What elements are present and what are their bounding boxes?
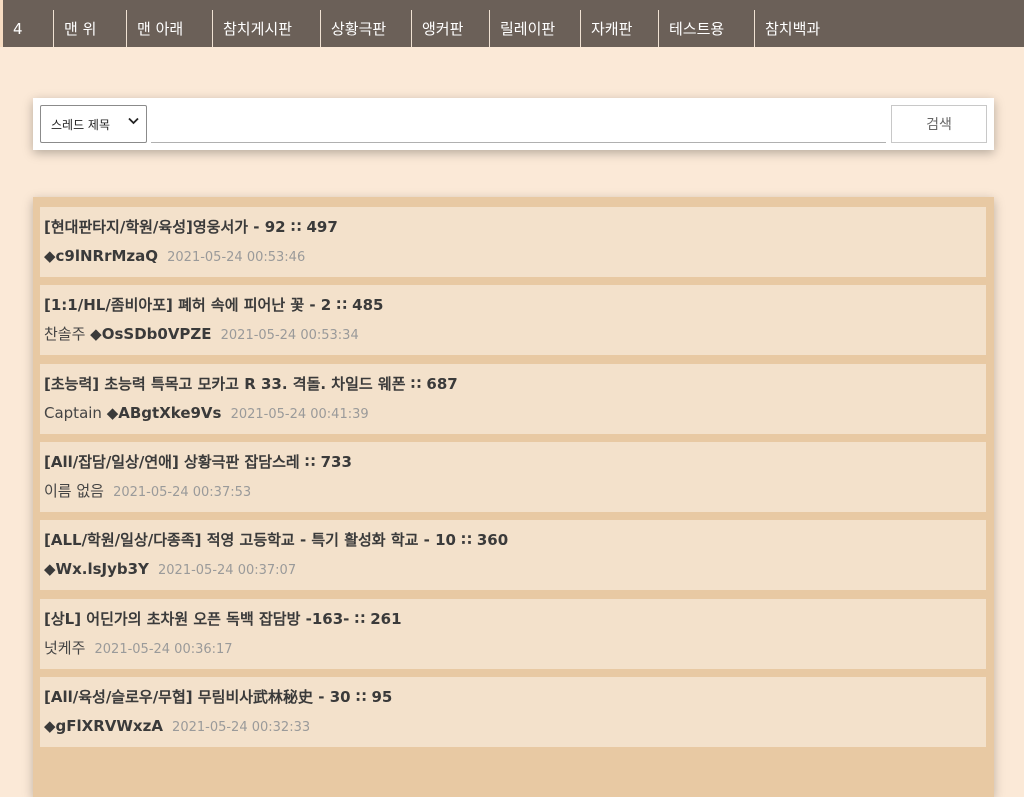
author-name: 찬솔주 — [44, 325, 91, 343]
thread-title[interactable]: [1:1/HL/좀비아포] 폐허 속에 피어난 꽃 - 2 ∷ 485 — [44, 293, 986, 317]
nav-item-self-char-board[interactable]: 자캐판 — [581, 10, 659, 47]
thread-item[interactable]: [1:1/HL/좀비아포] 폐허 속에 피어난 꽃 - 2 ∷ 485 찬솔주 … — [40, 285, 986, 355]
author-trip: ◆gFlXRVWxzA — [44, 717, 163, 735]
nav-item-tuna-board[interactable]: 참치게시판 — [213, 10, 321, 47]
thread-title[interactable]: [All/잡담/일상/연애] 상황극판 잡담스레 ∷ 733 — [44, 450, 986, 474]
thread-date: 2021-05-24 00:36:17 — [94, 642, 233, 657]
thread-meta: 넛케주 2021-05-24 00:36:17 — [44, 638, 986, 658]
author-name: 넛케주 — [44, 639, 86, 657]
nav-item-anchor-board[interactable]: 앵커판 — [412, 10, 490, 47]
thread-title[interactable]: [현대판타지/학원/육성]영웅서가 - 92 ∷ 497 — [44, 215, 986, 239]
thread-date: 2021-05-24 00:53:46 — [167, 250, 306, 265]
thread-date: 2021-05-24 00:53:34 — [220, 328, 359, 343]
author-trip: ◆OsSDb0VPZE — [90, 325, 212, 343]
nav-item-thread-count[interactable]: 4 — [3, 10, 54, 47]
thread-item[interactable]: [All/육성/슬로우/무협] 무림비사武林秘史 - 30 ∷ 95 ◆gFlX… — [40, 677, 986, 747]
author-trip: ◆Wx.lsJyb3Y — [44, 560, 149, 578]
nav-item-relay-board[interactable]: 릴레이판 — [490, 10, 581, 47]
nav-item-bottom[interactable]: 맨 아래 — [127, 10, 213, 47]
thread-list: [현대판타지/학원/육성]영웅서가 - 92 ∷ 497 ◆c9lNRrMzaQ… — [33, 197, 994, 797]
top-nav-bar: 4 맨 위 맨 아래 참치게시판 상황극판 앵커판 릴레이판 자캐판 테스트용 … — [0, 0, 1024, 47]
thread-meta: 찬솔주 ◆OsSDb0VPZE 2021-05-24 00:53:34 — [44, 324, 986, 344]
thread-date: 2021-05-24 00:37:07 — [158, 563, 297, 578]
author-trip: ◆c9lNRrMzaQ — [44, 247, 159, 265]
nav-item-top[interactable]: 맨 위 — [54, 10, 127, 47]
nav-item-test-board[interactable]: 테스트용 — [659, 10, 755, 47]
thread-date: 2021-05-24 00:37:53 — [113, 485, 252, 500]
thread-item[interactable]: [상L] 어딘가의 초차원 오픈 독백 잡담방 -163- ∷ 261 넛케주 … — [40, 599, 986, 669]
thread-meta: ◆gFlXRVWxzA 2021-05-24 00:32:33 — [44, 716, 986, 736]
thread-date: 2021-05-24 00:41:39 — [230, 407, 369, 422]
author-name: 이름 없음 — [44, 482, 104, 500]
thread-meta: Captain ◆ABgtXke9Vs 2021-05-24 00:41:39 — [44, 403, 986, 423]
thread-meta: ◆c9lNRrMzaQ 2021-05-24 00:53:46 — [44, 246, 986, 266]
chevron-down-icon — [128, 117, 139, 128]
thread-title[interactable]: [ALL/학원/일상/다종족] 적영 고등학교 - 특기 활성화 학교 - 10… — [44, 528, 986, 552]
thread-item[interactable]: [현대판타지/학원/육성]영웅서가 - 92 ∷ 497 ◆c9lNRrMzaQ… — [40, 207, 986, 277]
search-panel: 스레드 제목 검색 — [33, 98, 994, 150]
nav-item-roleplay-board[interactable]: 상황극판 — [321, 10, 412, 47]
thread-title[interactable]: [초능력] 초능력 특목고 모카고 R 33. 격돌. 차일드 웨폰 ∷ 687 — [44, 372, 986, 396]
thread-title[interactable]: [All/육성/슬로우/무협] 무림비사武林秘史 - 30 ∷ 95 — [44, 685, 986, 709]
thread-item[interactable]: [ALL/학원/일상/다종족] 적영 고등학교 - 특기 활성화 학교 - 10… — [40, 520, 986, 590]
thread-meta: 이름 없음 2021-05-24 00:37:53 — [44, 481, 986, 501]
search-type-select[interactable]: 스레드 제목 — [40, 105, 147, 143]
thread-date: 2021-05-24 00:32:33 — [172, 720, 311, 735]
search-input[interactable] — [151, 105, 886, 143]
search-button[interactable]: 검색 — [891, 105, 987, 143]
nav-item-tuna-wiki[interactable]: 참치백과 — [755, 10, 1024, 47]
thread-item[interactable]: [초능력] 초능력 특목고 모카고 R 33. 격돌. 차일드 웨폰 ∷ 687… — [40, 364, 986, 434]
search-type-label: 스레드 제목 — [51, 117, 111, 132]
author-name: Captain — [44, 404, 107, 422]
author-trip: ◆ABgtXke9Vs — [106, 404, 222, 422]
thread-item[interactable]: [All/잡담/일상/연애] 상황극판 잡담스레 ∷ 733 이름 없음 202… — [40, 442, 986, 512]
thread-title[interactable]: [상L] 어딘가의 초차원 오픈 독백 잡담방 -163- ∷ 261 — [44, 607, 986, 631]
thread-meta: ◆Wx.lsJyb3Y 2021-05-24 00:37:07 — [44, 559, 986, 579]
